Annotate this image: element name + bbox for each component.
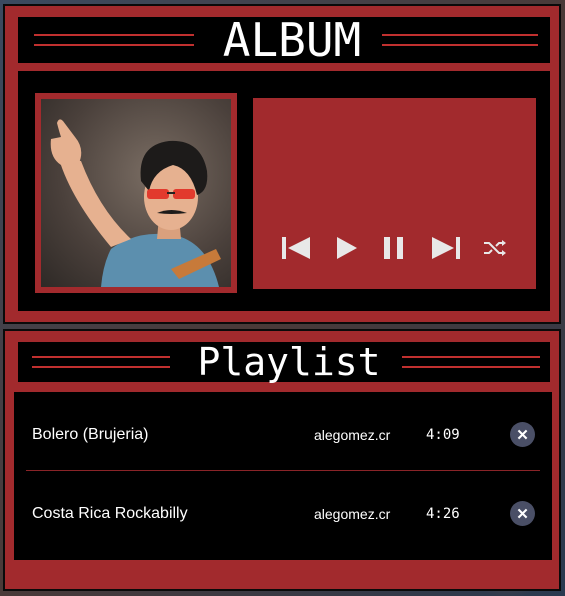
player-controls-panel [253, 98, 536, 289]
track-title: Bolero (Brujeria) [32, 425, 149, 443]
close-icon: ✕ [516, 426, 529, 444]
album-panel: ALBUM [3, 4, 561, 324]
track-artist: alegomez.cr [314, 426, 391, 443]
playlist-title: Playlist [184, 340, 394, 384]
header-decoration-line [382, 44, 538, 46]
header-decoration-line [402, 356, 540, 358]
playlist-header: Playlist [18, 340, 550, 384]
header-decoration-line [34, 34, 194, 36]
pause-button[interactable] [377, 233, 411, 263]
track-duration: 4:26 [426, 505, 460, 522]
track-duration: 4:09 [426, 426, 460, 443]
playlist-panel: Playlist Bolero (Brujeria) alegomez.cr 4… [3, 329, 561, 591]
track-title: Costa Rica Rockabilly [32, 504, 188, 522]
shuffle-icon [484, 240, 506, 256]
album-art-frame [35, 93, 237, 293]
remove-track-button[interactable]: ✕ [510, 501, 535, 526]
playlist-list: Bolero (Brujeria) alegomez.cr 4:09 ✕ Cos… [14, 392, 552, 560]
list-item[interactable]: Costa Rica Rockabilly alegomez.cr 4:26 ✕ [14, 474, 552, 553]
header-decoration-line [34, 44, 194, 46]
app-background: ALBUM Playlist Bolero (Brujeria) alegome… [0, 0, 565, 596]
header-decoration-line [382, 34, 538, 36]
previous-button[interactable] [280, 233, 314, 263]
shuffle-button[interactable] [478, 233, 512, 263]
album-body [18, 71, 550, 311]
track-artist: alegomez.cr [314, 505, 391, 522]
header-decoration-line [32, 366, 170, 368]
list-item[interactable]: Bolero (Brujeria) alegomez.cr 4:09 ✕ [14, 395, 552, 474]
header-decoration-line [402, 366, 540, 368]
play-button[interactable] [330, 233, 364, 263]
row-divider [26, 470, 540, 471]
album-header: ALBUM [18, 13, 550, 67]
play-icon [337, 237, 357, 259]
album-art-image [41, 99, 231, 287]
skip-next-icon [432, 237, 460, 259]
close-icon: ✕ [516, 505, 529, 523]
album-title: ALBUM [204, 13, 380, 67]
skip-previous-icon [282, 237, 310, 259]
header-decoration-line [32, 356, 170, 358]
pause-icon [384, 237, 403, 259]
next-button[interactable] [428, 233, 462, 263]
remove-track-button[interactable]: ✕ [510, 422, 535, 447]
